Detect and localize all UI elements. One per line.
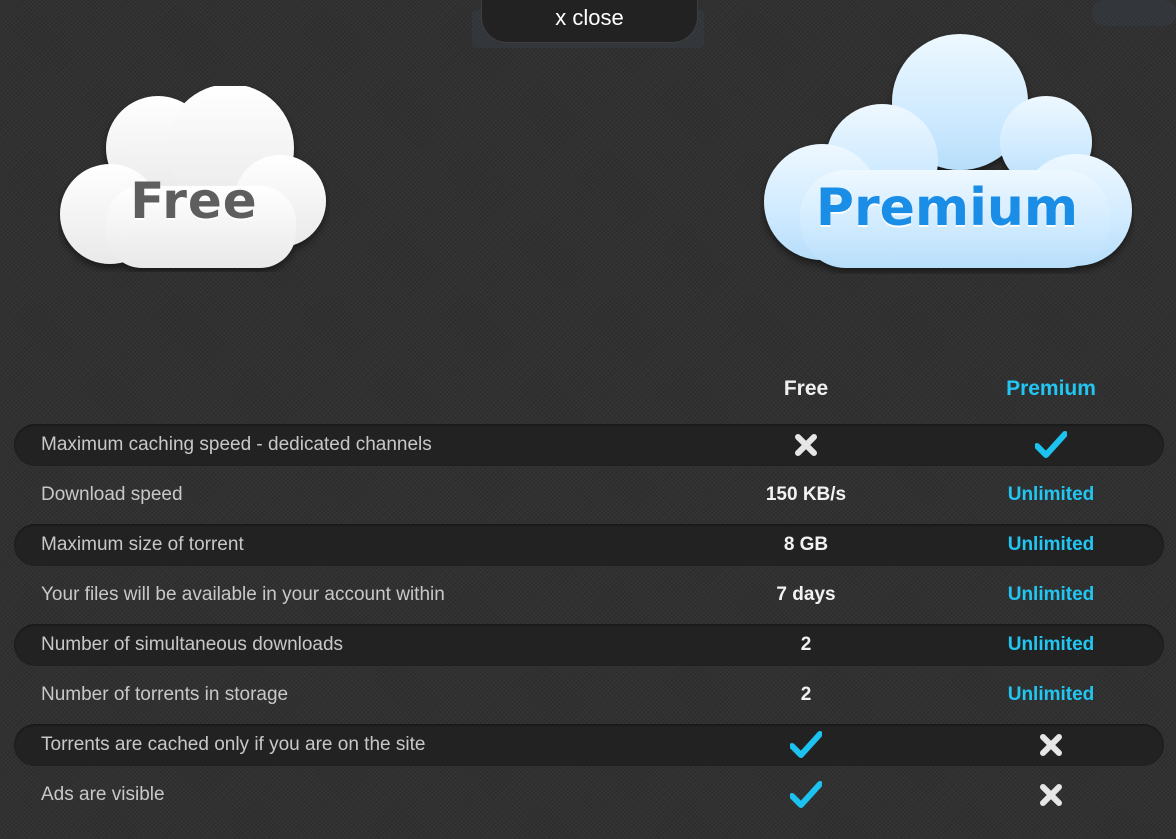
feature-label: Ads are visible — [41, 784, 165, 805]
free-value: 2 — [800, 634, 812, 655]
table-row: Maximum size of torrent 8 GB Unlimited — [14, 524, 1164, 566]
cross-icon — [931, 724, 1171, 766]
premium-cloud-badge: Premium — [760, 30, 1134, 274]
feature-label: Download speed — [41, 484, 183, 505]
premium-value: Unlimited — [1007, 484, 1095, 505]
free-value: 7 days — [776, 584, 836, 605]
feature-label: Maximum size of torrent — [41, 534, 244, 555]
cross-icon — [686, 424, 926, 466]
close-button[interactable]: x close — [481, 0, 698, 43]
check-icon — [931, 424, 1171, 466]
free-value: 8 GB — [783, 534, 829, 555]
table-row: Ads are visible — [14, 774, 1164, 816]
free-value: 150 KB/s — [765, 484, 847, 505]
table-row: Your files will be available in your acc… — [14, 574, 1164, 616]
feature-label: Your files will be available in your acc… — [41, 584, 445, 605]
feature-label: Number of torrents in storage — [41, 684, 289, 705]
table-row: Number of simultaneous downloads 2 Unlimit… — [14, 624, 1164, 666]
table-row: Torrents are cached only if you are on t… — [14, 724, 1164, 766]
feature-label: Maximum caching speed - dedicated channe… — [41, 434, 432, 455]
premium-value: Unlimited — [1007, 534, 1095, 555]
premium-value: Unlimited — [1007, 634, 1095, 655]
free-cloud-badge: Free — [58, 86, 330, 272]
cross-icon — [931, 774, 1171, 816]
premium-value: Unlimited — [1007, 584, 1095, 605]
free-value: 2 — [800, 684, 812, 705]
background-ghost-element — [1092, 0, 1176, 26]
table-row: Download speed 150 KB/s Unlimited — [14, 474, 1164, 516]
check-icon — [686, 724, 926, 766]
table-row: Maximum caching speed - dedicated channe… — [14, 424, 1164, 466]
feature-label: Torrents are cached only if you are on t… — [41, 734, 426, 755]
feature-label: Number of simultaneous downloads — [41, 634, 344, 655]
check-icon — [686, 774, 926, 816]
free-cloud-label: Free — [130, 172, 258, 230]
premium-value: Unlimited — [1007, 684, 1095, 705]
table-row: Number of torrents in storage 2 Unlimited — [14, 674, 1164, 716]
premium-cloud-label: Premium — [815, 178, 1079, 238]
free-column-header: Free — [783, 377, 829, 400]
premium-column-header: Premium — [1006, 377, 1096, 400]
